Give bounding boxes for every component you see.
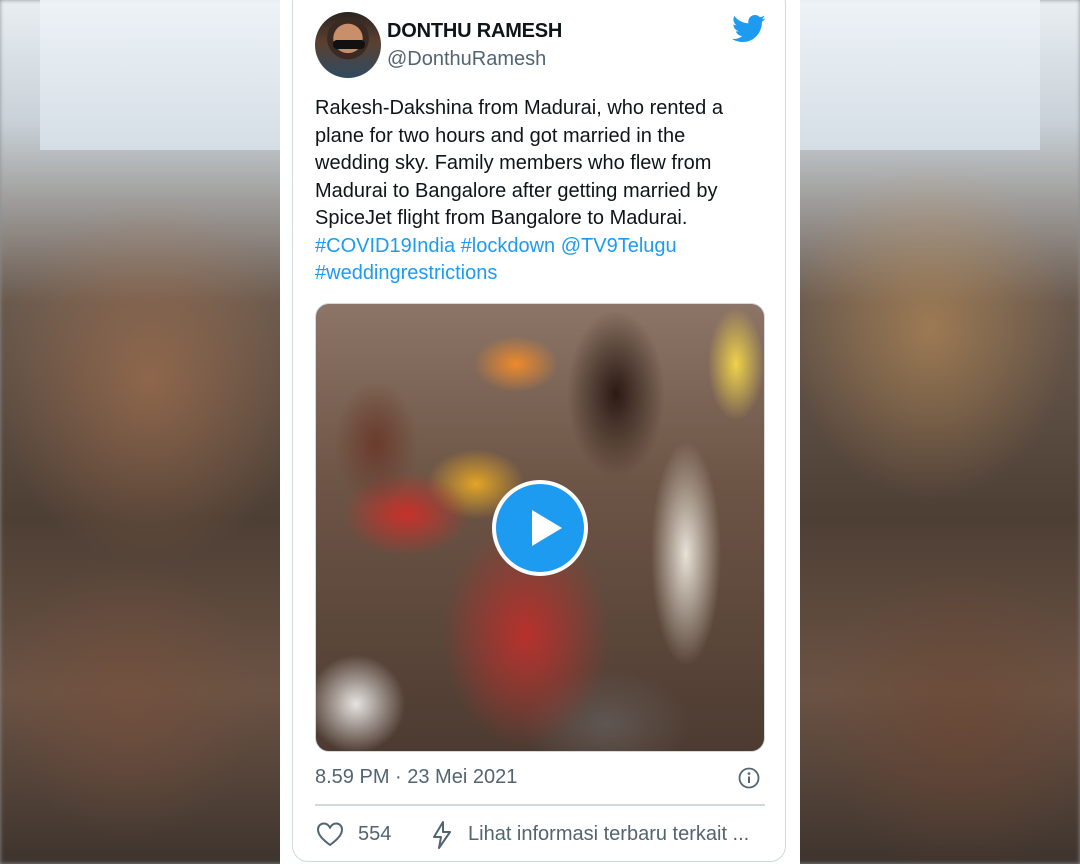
- avatar-glasses: [333, 40, 365, 49]
- hashtag-weddingrestrictions[interactable]: #weddingrestrictions: [315, 262, 497, 284]
- tweet-text-line: plane for two hours and got married in t…: [315, 124, 686, 147]
- hashtag-lockdown[interactable]: #lockdown: [461, 235, 556, 257]
- tweet-text-line: wedding sky. Family members who flew fro…: [315, 152, 712, 174]
- lightning-icon[interactable]: [430, 820, 454, 850]
- tweet-text-line: Madurai to Bangalore after getting marri…: [315, 179, 718, 202]
- user-handle[interactable]: @DonthuRamesh: [387, 48, 546, 71]
- blurred-background-left: [40, 0, 280, 150]
- display-name[interactable]: DONTHU RAMESH: [387, 20, 562, 43]
- hashtag-covid19india[interactable]: #COVID19India: [315, 235, 455, 257]
- tweet-timestamp[interactable]: 8.59 PM · 23 Mei 2021: [315, 766, 517, 789]
- heart-icon[interactable]: [316, 821, 344, 847]
- mention-tv9telugu[interactable]: @TV9Telugu: [561, 235, 677, 257]
- play-icon: [532, 510, 562, 546]
- like-count[interactable]: 554: [358, 823, 391, 846]
- play-button[interactable]: [492, 480, 588, 576]
- info-icon[interactable]: [738, 767, 760, 789]
- avatar[interactable]: [315, 12, 381, 78]
- tweet-text: Rakesh-Dakshina from Madurai, who rented…: [315, 95, 770, 288]
- blurred-background-right: [800, 0, 1040, 150]
- twitter-bird-icon[interactable]: [732, 14, 766, 44]
- tweet-text-line: Rakesh-Dakshina from Madurai, who rented…: [315, 97, 723, 119]
- latest-info-link[interactable]: Lihat informasi terbaru terkait ...: [468, 823, 749, 846]
- hashtag-line: #COVID19India #lockdown @TV9Telugu: [315, 233, 770, 261]
- divider: [315, 804, 765, 806]
- hashtag-line: #weddingrestrictions: [315, 260, 770, 288]
- tweet-text-line: SpiceJet flight from Bangalore to Madura…: [315, 207, 688, 229]
